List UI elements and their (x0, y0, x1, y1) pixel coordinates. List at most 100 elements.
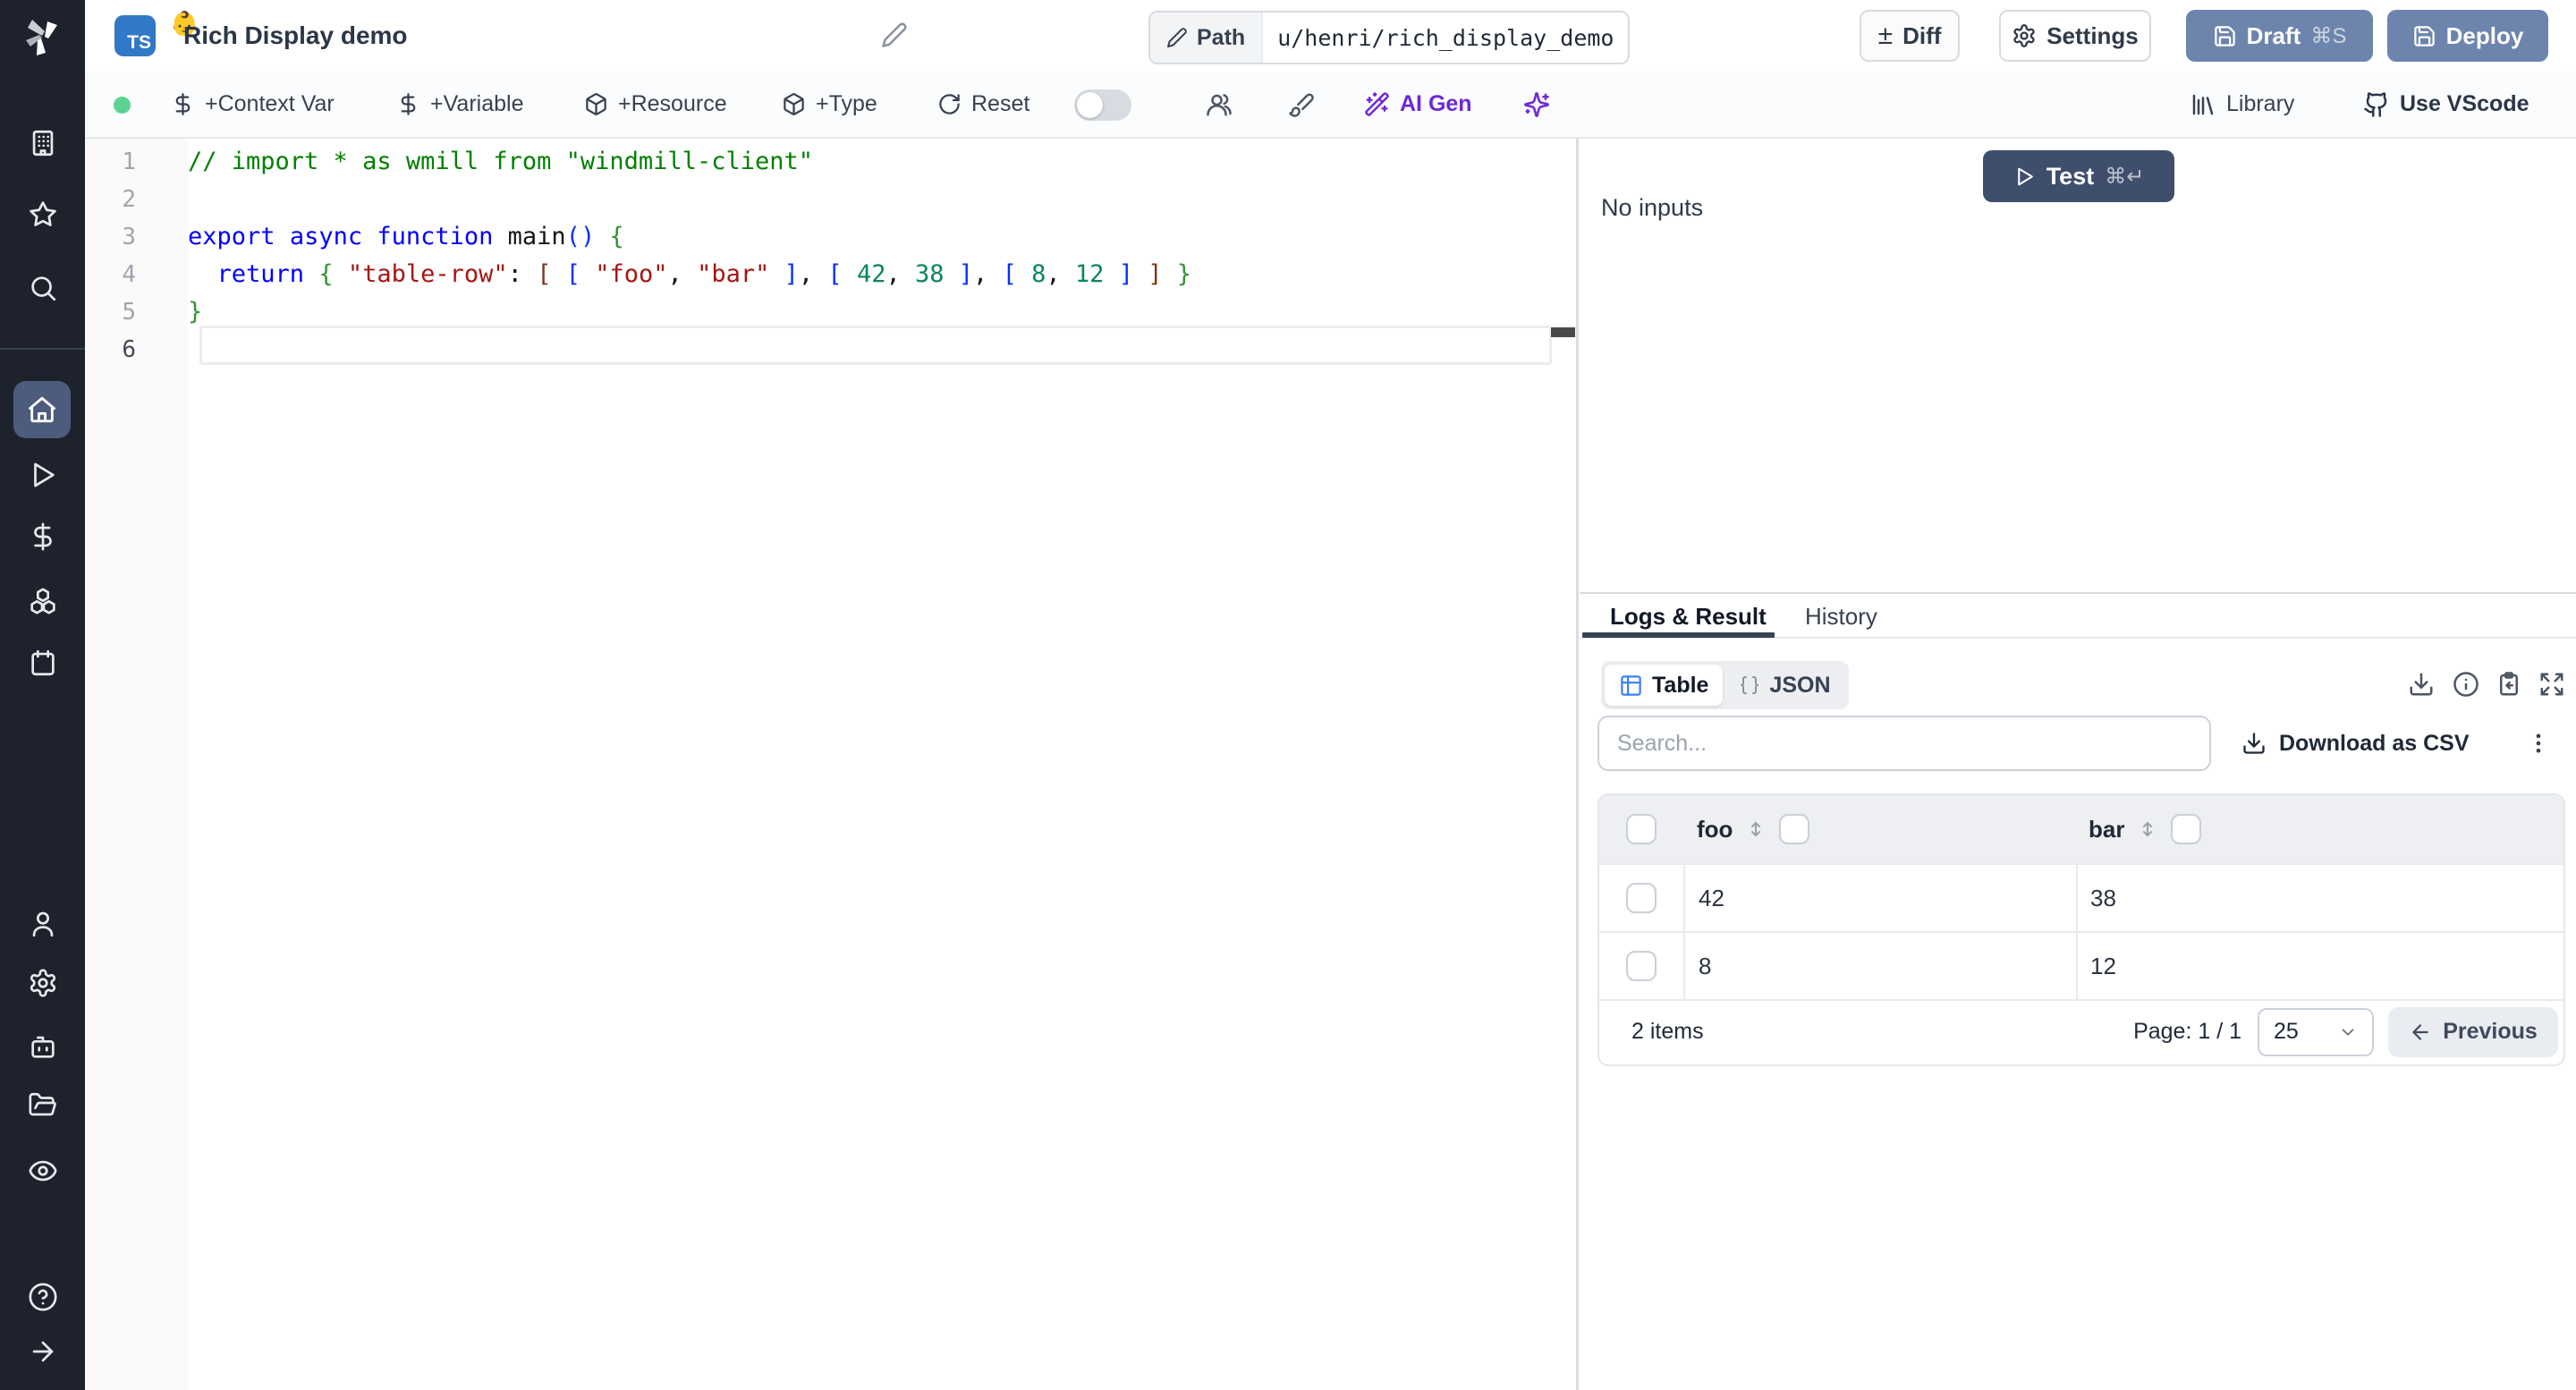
gear-icon (2013, 24, 2035, 47)
table-options-button[interactable] (2517, 722, 2560, 765)
sidebar-item-variables[interactable] (0, 521, 85, 552)
search-icon (30, 276, 55, 301)
sidebar-item-schedules[interactable] (0, 648, 85, 678)
library-label: Library (2226, 91, 2295, 116)
column-bar-checkbox[interactable] (2171, 814, 2202, 844)
path-label-segment: Path (1150, 13, 1264, 63)
info-icon (2453, 672, 2479, 697)
paintbrush-icon (1289, 92, 1314, 117)
sidebar-item-audit[interactable] (0, 1156, 85, 1186)
page-size-select[interactable]: 25 (2258, 1007, 2374, 1056)
path-label: Path (1197, 24, 1246, 50)
save-icon (2214, 25, 2235, 47)
sidebar-item-favorites[interactable] (0, 199, 85, 230)
multiplayer-button[interactable] (1206, 72, 1233, 137)
diff-label: Diff (1902, 21, 1942, 49)
previous-page-button[interactable]: Previous (2388, 1006, 2558, 1057)
path-button[interactable]: Path u/henri/rich_display_demo (1148, 11, 1631, 64)
add-variable-button[interactable]: +Variable (396, 72, 523, 137)
format-button[interactable] (1288, 72, 1315, 137)
column-header-bar: bar (2089, 815, 2125, 843)
code-line: 5 } (85, 293, 1552, 331)
reset-button[interactable]: Reset (937, 72, 1030, 137)
robot-icon (30, 1036, 55, 1058)
download-result-button[interactable] (2408, 671, 2435, 698)
github-icon (2364, 91, 2387, 117)
row-checkbox[interactable] (1626, 951, 1657, 981)
test-button[interactable]: Test ⌘↵ (1983, 150, 2174, 202)
search-input[interactable] (1597, 716, 2211, 771)
diff-mode-toggle[interactable] (1074, 89, 1131, 121)
sidebar-item-folders[interactable] (0, 1090, 85, 1121)
add-type-button[interactable]: +Type (782, 72, 877, 137)
sidebar-expand[interactable] (0, 1336, 85, 1367)
home-icon (29, 396, 55, 423)
view-mode-toggle: Table JSON (1601, 661, 1849, 709)
page-size-value: 25 (2274, 1019, 2299, 1044)
diff-button[interactable]: ± Diff (1860, 10, 1960, 62)
expand-result-button[interactable] (2538, 671, 2565, 698)
plus-minus-icon: ± (1877, 21, 1894, 50)
previous-label: Previous (2443, 1019, 2538, 1044)
library-button[interactable]: Library (2190, 72, 2294, 137)
code-editor[interactable]: 1 // import * as wmill from "windmill-cl… (85, 139, 1576, 1390)
table-header-row: foo bar (1599, 795, 2563, 863)
wand-icon (1365, 92, 1389, 116)
add-context-var-button[interactable]: +Context Var (171, 72, 335, 137)
deploy-label: Deploy (2445, 21, 2524, 49)
dollar-icon (401, 93, 416, 115)
table-footer: 2 items Page: 1 / 1 25 Previous (1599, 999, 2563, 1063)
deploy-button[interactable]: Deploy (2387, 10, 2548, 62)
view-json-button[interactable]: JSON (1724, 665, 1844, 706)
package-icon (784, 93, 804, 115)
settings-button[interactable]: Settings (1999, 10, 2151, 62)
sidebar-item-help[interactable] (0, 1282, 85, 1312)
sidebar-item-home[interactable] (13, 381, 71, 438)
windmill-logo[interactable] (0, 16, 85, 59)
result-info-button[interactable] (2453, 671, 2479, 698)
panel-splitter[interactable] (1576, 139, 1579, 1390)
code-line: 3 export async function main() { (85, 218, 1552, 256)
use-vscode-button[interactable]: Use VScode (2363, 72, 2529, 137)
ai-sparkles-button[interactable] (1523, 72, 1550, 137)
edit-summary-button[interactable] (881, 21, 908, 48)
sort-updown-icon (1751, 822, 1761, 836)
sidebar-item-settings[interactable] (0, 968, 85, 998)
add-resource-button[interactable]: +Resource (584, 72, 727, 137)
sidebar-divider (0, 348, 85, 350)
items-count: 2 items (1631, 1019, 1704, 1044)
path-value: u/henri/rich_display_demo (1277, 24, 1614, 51)
gear-icon (30, 969, 55, 997)
column-foo-checkbox[interactable] (1779, 814, 1810, 844)
users-icon (1207, 93, 1232, 115)
toggle-knob (1077, 92, 1103, 118)
sidebar-item-search[interactable] (0, 273, 85, 303)
typescript-badge: TS 👶 (114, 12, 199, 56)
test-label: Test (2046, 162, 2095, 190)
download-csv-button[interactable]: Download as CSV (2241, 716, 2470, 771)
select-all-checkbox[interactable] (1626, 814, 1657, 844)
tab-history[interactable]: History (1805, 594, 1877, 639)
download-icon (2243, 733, 2265, 754)
line-number: 1 (122, 148, 136, 175)
sidebar-item-workers[interactable] (0, 1031, 85, 1062)
code-text: // import * as wmill from "windmill-clie… (188, 148, 813, 175)
sort-foo-button[interactable] (1745, 818, 1767, 840)
copy-result-button[interactable] (2496, 671, 2522, 698)
table-row: 42 38 (1599, 863, 2563, 931)
code-text: return { "table-row": [ [ "foo", "bar" ]… (216, 260, 1192, 288)
draft-button[interactable]: Draft ⌘S (2186, 10, 2373, 62)
view-table-button[interactable]: Table (1605, 665, 1724, 706)
table-icon (1621, 674, 1641, 696)
sidebar-item-runs[interactable] (0, 460, 85, 490)
sidebar-item-workspace[interactable] (0, 128, 85, 158)
sort-bar-button[interactable] (2137, 818, 2158, 840)
code-line: 1 // import * as wmill from "windmill-cl… (85, 143, 1552, 181)
code-line: 2 (85, 181, 1552, 218)
row-checkbox[interactable] (1626, 883, 1657, 913)
sidebar-item-resources[interactable] (0, 586, 85, 616)
reset-label: Reset (971, 91, 1030, 116)
ai-gen-button[interactable]: AI Gen (1364, 72, 1472, 137)
sidebar-item-user[interactable] (0, 909, 85, 939)
code-line: 6 (85, 331, 1552, 369)
